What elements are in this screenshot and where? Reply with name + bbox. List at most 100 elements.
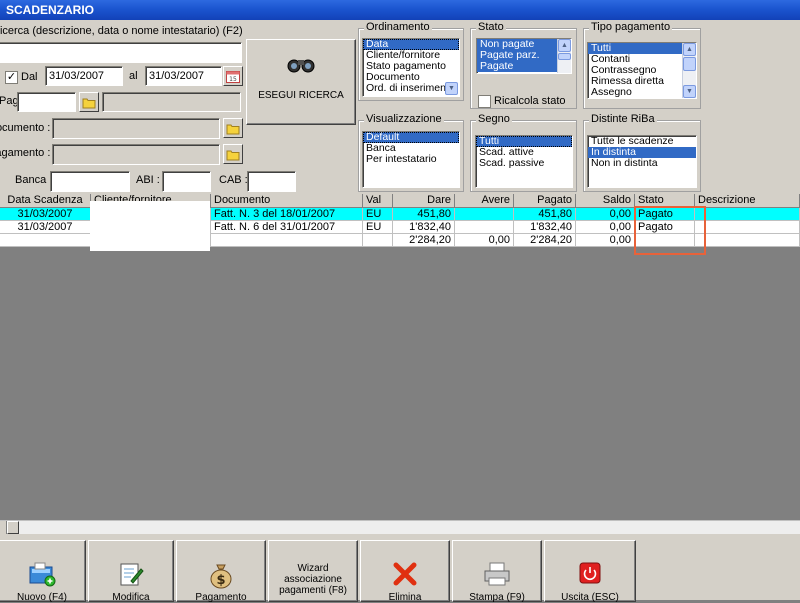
pag-code-field[interactable] <box>17 92 76 112</box>
segno-list[interactable]: Tutti Scad. attive Scad. passive <box>475 135 573 188</box>
cell-dare: 451,80 <box>393 208 455 221</box>
svg-text:15: 15 <box>229 76 237 83</box>
filter-panel: Ricerca (descrizione, data o nome intest… <box>0 20 800 194</box>
modify-button-label: Modifica <box>112 592 150 603</box>
total-pagato: 2'284,20 <box>514 234 576 247</box>
segno-item[interactable]: Scad. passive <box>476 158 572 169</box>
total-dare: 2'284,20 <box>393 234 455 247</box>
col-header-val[interactable]: Val <box>363 194 393 208</box>
col-header-data-scadenza[interactable]: Data Scadenza <box>0 194 91 208</box>
abi-field[interactable] <box>162 171 211 192</box>
cell-val: EU <box>363 208 393 221</box>
total-avere: 0,00 <box>455 234 514 247</box>
col-header-descrizione[interactable]: Descrizione <box>695 194 800 208</box>
visualizzazione-title: Visualizzazione <box>364 113 444 125</box>
al-label: al <box>129 70 138 82</box>
search-input[interactable] <box>0 42 242 63</box>
col-header-pagato[interactable]: Pagato <box>514 194 576 208</box>
search-button-label: ESEGUI RICERCA <box>258 90 344 101</box>
print-button[interactable]: Stampa (F9) <box>452 540 542 603</box>
col-header-dare[interactable]: Dare <box>393 194 455 208</box>
folder-icon <box>226 150 240 161</box>
window-title-bar: SCADENZARIO <box>0 0 800 20</box>
to-date-field[interactable]: 31/03/2007 <box>145 66 222 86</box>
calendar-button[interactable]: 15 <box>223 66 243 86</box>
search-caption: Ricerca (descrizione, data o nome intest… <box>0 25 243 37</box>
scroll-thumb[interactable] <box>683 57 696 71</box>
cell-saldo: 0,00 <box>576 208 635 221</box>
stato-list[interactable]: Non pagate Pagate parz. Pagate ▲ <box>476 38 572 74</box>
visualizzazione-list[interactable]: Default Banca Per intestatario <box>362 131 460 188</box>
ordinamento-scroll[interactable]: ▼ <box>445 82 459 96</box>
exit-button[interactable]: Uscita (ESC) <box>544 540 636 603</box>
scroll-left-arrow-icon[interactable] <box>0 521 7 534</box>
visualizzazione-group: Visualizzazione Default Banca Per intest… <box>358 113 464 192</box>
stato-title: Stato <box>476 21 506 33</box>
scroll-up-arrow-icon[interactable]: ▲ <box>683 43 696 56</box>
pagamento-browse-button[interactable] <box>223 144 243 164</box>
cell-dare: 1'832,40 <box>393 221 455 234</box>
new-button[interactable]: Nuovo (F4) <box>0 540 86 603</box>
distinte-riba-group: Distinte RiBa Tutte le scadenze In disti… <box>583 113 701 192</box>
col-header-avere[interactable]: Avere <box>455 194 514 208</box>
search-button[interactable]: ESEGUI RICERCA <box>246 39 356 125</box>
cell-empty <box>0 234 91 247</box>
scroll-down-arrow-icon[interactable]: ▼ <box>683 85 696 98</box>
cell-documento: Fatt. N. 3 del 18/01/2007 <box>211 208 363 221</box>
delete-button[interactable]: Elimina <box>360 540 450 603</box>
dal-checkbox[interactable]: ✓ <box>5 71 18 84</box>
new-record-icon <box>29 562 56 587</box>
pag-browse-button[interactable] <box>79 92 99 112</box>
cab-label: CAB : <box>219 174 248 186</box>
scroll-down-arrow-icon[interactable]: ▼ <box>445 82 458 95</box>
svg-text:$: $ <box>216 573 225 588</box>
redaction-mask <box>90 201 210 251</box>
scroll-thumb[interactable] <box>558 53 571 60</box>
col-header-documento[interactable]: Documento <box>211 194 363 208</box>
calendar-icon: 15 <box>226 71 240 83</box>
cell-empty <box>211 234 363 247</box>
distinte-riba-item[interactable]: Non in distinta <box>588 158 696 169</box>
distinte-riba-list[interactable]: Tutte le scadenze In distinta Non in dis… <box>587 135 697 188</box>
binoculars-icon <box>287 59 315 73</box>
documento-label: Documento : <box>0 122 51 134</box>
cab-field[interactable] <box>247 171 296 192</box>
folder-icon <box>82 98 96 109</box>
segno-title: Segno <box>476 113 512 125</box>
payment-button-label: Pagamento <box>195 592 247 603</box>
from-date-field[interactable]: 31/03/2007 <box>45 66 123 86</box>
pagamento-label: Pagamento : <box>0 147 51 159</box>
col-header-saldo[interactable]: Saldo <box>576 194 635 208</box>
wizard-label-line: pagamenti (F8) <box>279 585 347 596</box>
tipo-pagamento-scroll[interactable]: ▲ ▼ <box>682 43 696 98</box>
cell-pagato: 1'832,40 <box>514 221 576 234</box>
tipo-pagamento-list[interactable]: Tutti Contanti Contrassegno Rimessa dire… <box>587 42 697 99</box>
payment-button[interactable]: $ Pagamento <box>176 540 266 603</box>
cell-pagato: 451,80 <box>514 208 576 221</box>
ricalcola-checkbox[interactable] <box>478 95 491 108</box>
cell-avere <box>455 208 514 221</box>
scroll-up-arrow-icon[interactable]: ▲ <box>558 39 571 52</box>
stato-scroll[interactable]: ▲ <box>557 39 571 73</box>
cell-descrizione <box>695 208 800 221</box>
modify-button[interactable]: Modifica <box>88 540 174 603</box>
ordinamento-title: Ordinamento <box>364 21 432 33</box>
documento-browse-button[interactable] <box>223 118 243 138</box>
scroll-thumb[interactable] <box>7 521 19 534</box>
cell-descrizione <box>695 221 800 234</box>
print-button-label: Stampa (F9) <box>469 592 525 603</box>
tipo-pagamento-item[interactable]: Assegno <box>588 87 696 98</box>
money-bag-icon: $ <box>210 564 232 589</box>
distinte-riba-title: Distinte RiBa <box>589 113 657 125</box>
exit-button-label: Uscita (ESC) <box>561 592 619 603</box>
wizard-label-line: associazione <box>284 574 342 585</box>
horizontal-scrollbar[interactable] <box>0 520 800 534</box>
folder-icon <box>226 124 240 135</box>
visualizzazione-item[interactable]: Per intestatario <box>363 154 459 165</box>
banca-field[interactable] <box>50 171 130 192</box>
cell-data-scadenza: 31/03/2007 <box>0 221 91 234</box>
ordinamento-list[interactable]: Data Cliente/fornitore Stato pagamento D… <box>362 38 460 97</box>
documento-field <box>52 118 220 139</box>
ricalcola-label: Ricalcola stato <box>494 95 566 107</box>
wizard-button[interactable]: Wizard associazione pagamenti (F8) <box>268 540 358 602</box>
